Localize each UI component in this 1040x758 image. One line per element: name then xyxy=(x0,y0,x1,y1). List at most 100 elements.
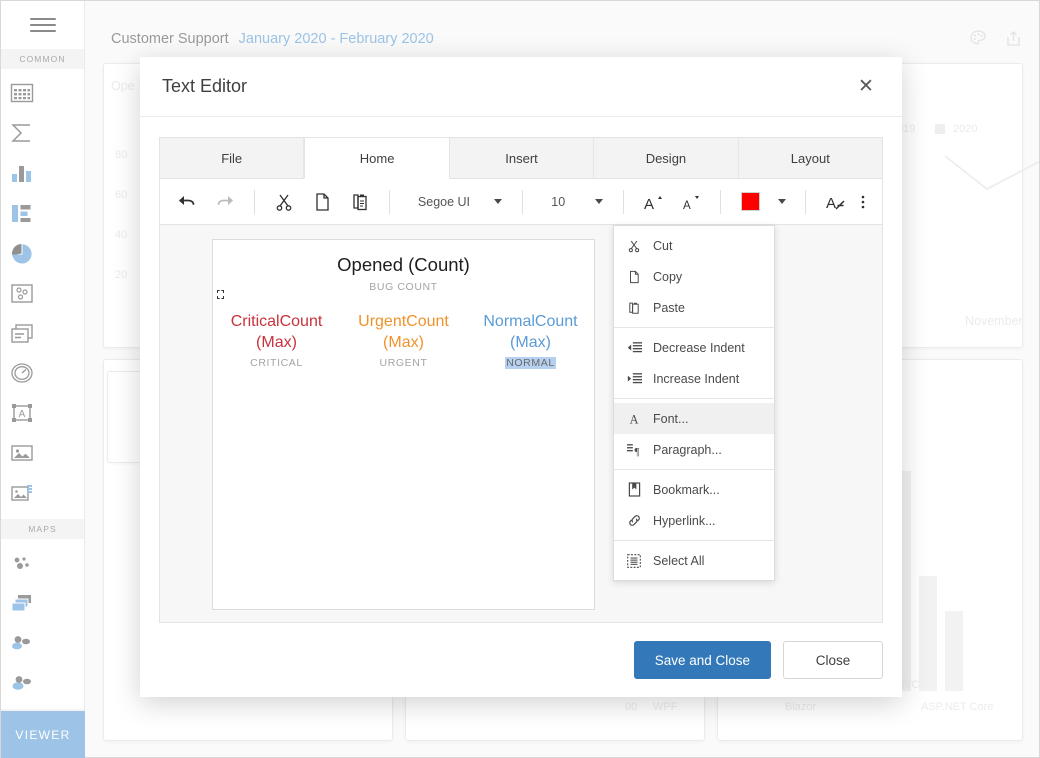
context-menu-divider xyxy=(614,398,774,399)
redo-icon[interactable] xyxy=(210,187,240,217)
sidebar-section-maps: MAPS xyxy=(1,519,84,539)
sigma-icon[interactable] xyxy=(1,113,43,153)
svg-text:A: A xyxy=(644,196,654,212)
dialog-body: File Home Insert Design Layout xyxy=(140,117,902,623)
chevron-down-icon xyxy=(595,199,603,204)
sidebar-section-common: COMMON xyxy=(1,49,84,69)
metric-critical-line1: CriticalCount xyxy=(213,311,340,332)
clear-formatting-icon[interactable]: A xyxy=(820,187,848,217)
context-menu-divider xyxy=(614,540,774,541)
tab-layout[interactable]: Layout xyxy=(739,138,882,179)
palette-icon[interactable] xyxy=(969,29,988,53)
pie-chart-icon[interactable] xyxy=(1,233,43,273)
menu-toggle[interactable] xyxy=(1,1,84,49)
bg-chart-title: Ope xyxy=(111,79,135,93)
sidebar-group-maps xyxy=(1,539,84,709)
context-menu-divider xyxy=(614,327,774,328)
metric-normal-caption: NORMAL xyxy=(505,357,556,369)
card-icon[interactable] xyxy=(1,313,43,353)
bg-line-series xyxy=(945,151,1039,211)
decrease-indent-icon xyxy=(626,341,642,355)
image-stack-icon[interactable] xyxy=(1,473,43,513)
context-menu-label: Hyperlink... xyxy=(653,514,716,528)
toolbar-divider xyxy=(522,190,523,214)
undo-icon[interactable] xyxy=(172,187,202,217)
clipboard-group xyxy=(265,179,379,224)
context-menu-item-copy[interactable]: Copy xyxy=(614,261,774,292)
export-icon[interactable] xyxy=(1004,29,1023,53)
paste-icon xyxy=(626,301,642,315)
bg-bottom-label-0: 00 xyxy=(625,701,637,713)
paste-icon[interactable] xyxy=(345,187,375,217)
close-button[interactable]: Close xyxy=(783,641,883,679)
context-menu-item-paste[interactable]: Paste xyxy=(614,292,774,323)
image-icon[interactable] xyxy=(1,433,43,473)
text-editor-dialog: Text Editor ✕ File Home Insert Design La… xyxy=(140,57,902,697)
editor-work-area: Opened (Count) BUG COUNT CriticalCount (… xyxy=(160,225,882,622)
context-menu-label: Bookmark... xyxy=(653,483,720,497)
dialog-footer: Save and Close Close xyxy=(140,623,902,697)
selection-handle[interactable] xyxy=(217,290,224,299)
copy-icon[interactable] xyxy=(307,187,337,217)
context-menu-item-font[interactable]: A Font... xyxy=(614,403,774,434)
paragraph-icon: ¶ xyxy=(626,443,642,457)
context-menu-item-hyperlink[interactable]: Hyperlink... xyxy=(614,505,774,536)
metric-urgent: UrgentCount (Max) URGENT xyxy=(340,311,467,371)
tab-file[interactable]: File xyxy=(160,138,304,179)
app-window: Customer Support January 2020 - February… xyxy=(0,0,1040,758)
viewer-label: VIEWER xyxy=(15,728,70,742)
context-menu-item-increase-indent[interactable]: Increase Indent xyxy=(614,363,774,394)
tab-design[interactable]: Design xyxy=(594,138,738,179)
context-menu-item-cut[interactable]: Cut xyxy=(614,230,774,261)
layered-map-icon[interactable] xyxy=(1,583,43,623)
context-menu-divider xyxy=(614,469,774,470)
cut-icon xyxy=(626,239,642,253)
font-color-swatch[interactable] xyxy=(735,187,765,217)
context-menu-label: Paragraph... xyxy=(653,443,722,457)
grid-table-icon[interactable] xyxy=(1,73,43,113)
context-menu-item-paragraph[interactable]: ¶ Paragraph... xyxy=(614,434,774,465)
bar-chart-icon[interactable] xyxy=(1,153,43,193)
bookmark-icon xyxy=(626,482,642,497)
context-menu-item-bookmark[interactable]: Bookmark... xyxy=(614,474,774,505)
close-icon[interactable]: ✕ xyxy=(852,73,880,101)
context-menu-item-select-all[interactable]: Select All xyxy=(614,545,774,576)
font-size-select[interactable]: 10 xyxy=(533,189,613,215)
bg-bar-1 xyxy=(919,576,937,691)
scatter-icon[interactable] xyxy=(1,273,43,313)
gauge-icon[interactable] xyxy=(1,353,43,393)
bar-stack-icon[interactable] xyxy=(1,193,43,233)
bg-ytick-2: 40 xyxy=(115,229,127,241)
shrink-font-icon[interactable]: A xyxy=(676,187,706,217)
more-options-icon[interactable] xyxy=(857,187,870,217)
dot-map-icon[interactable] xyxy=(1,543,43,583)
svg-text:A: A xyxy=(19,409,26,420)
shape-map-icon[interactable] xyxy=(1,663,43,703)
grow-font-icon[interactable]: A xyxy=(638,187,668,217)
tab-insert[interactable]: Insert xyxy=(450,138,594,179)
increase-indent-icon xyxy=(626,372,642,386)
save-and-close-button[interactable]: Save and Close xyxy=(634,641,771,679)
context-menu-label: Select All xyxy=(653,554,704,568)
font-family-select[interactable]: Segoe UI xyxy=(400,189,512,215)
sidebar-group-common: A xyxy=(1,69,84,519)
bg-ytick-1: 60 xyxy=(115,189,127,201)
bubble-map-icon[interactable] xyxy=(1,623,43,663)
text-box-icon[interactable]: A xyxy=(1,393,43,433)
context-menu-item-decrease-indent[interactable]: Decrease Indent xyxy=(614,332,774,363)
bg-bar-2 xyxy=(945,611,963,691)
bg-bottom-label-2: Blazor xyxy=(785,701,816,713)
context-menu-label: Font... xyxy=(653,412,688,426)
left-sidebar: COMMON xyxy=(1,1,85,758)
cut-icon[interactable] xyxy=(269,187,299,217)
dashboard-period: January 2020 - February 2020 xyxy=(239,31,434,47)
context-menu-label: Paste xyxy=(653,301,685,315)
font-color-dropdown[interactable] xyxy=(773,187,791,217)
viewer-button[interactable]: VIEWER xyxy=(1,711,85,758)
tab-home[interactable]: Home xyxy=(304,138,449,179)
hamburger-icon xyxy=(30,14,56,36)
ribbon-toolbar: Segoe UI 10 A A xyxy=(160,179,882,225)
editor-canvas[interactable]: Opened (Count) BUG COUNT CriticalCount (… xyxy=(212,239,595,610)
svg-text:A: A xyxy=(630,412,639,426)
metric-urgent-line2: (Max) xyxy=(340,332,467,353)
